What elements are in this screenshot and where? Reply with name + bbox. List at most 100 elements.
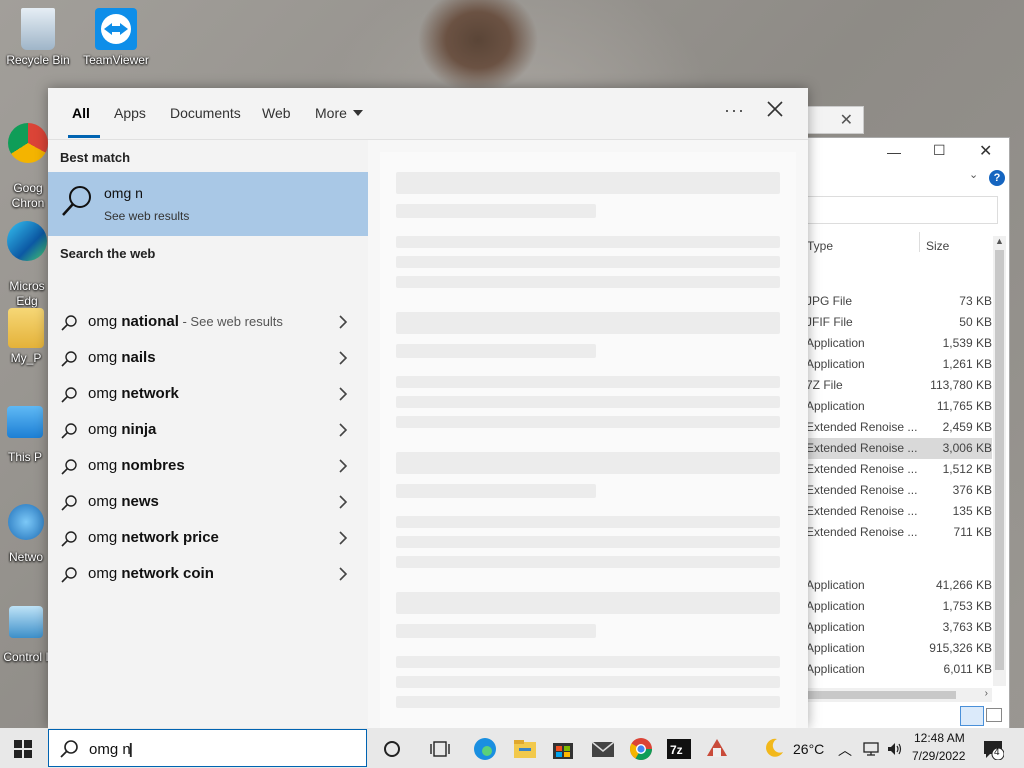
close-icon[interactable]: ✕	[979, 141, 992, 161]
background-window-tab[interactable]: ✕	[800, 106, 864, 134]
search-icon	[60, 184, 94, 221]
scroll-up-icon[interactable]: ▲	[995, 236, 1004, 246]
table-row[interactable]: Application 41,266 KB	[806, 575, 992, 596]
chevron-right-icon[interactable]	[336, 457, 350, 475]
suggestion-completion: network	[121, 385, 179, 402]
chrome-icon[interactable]	[628, 736, 654, 762]
chevron-right-icon[interactable]	[336, 313, 350, 331]
web-suggestion-item[interactable]: omg nombres	[48, 448, 368, 484]
tab-web[interactable]: Web	[262, 105, 291, 121]
web-suggestion-item[interactable]: omg network coin	[48, 556, 368, 592]
web-suggestion-item[interactable]: omg network	[48, 376, 368, 412]
skeleton-placeholder	[396, 376, 780, 388]
tab-documents[interactable]: Documents	[170, 105, 241, 121]
web-suggestion-item[interactable]: omg nails	[48, 340, 368, 376]
windows-start-icon[interactable]	[14, 740, 32, 761]
file-type-cell: Application	[806, 620, 865, 634]
file-type-cell: JFIF File	[806, 315, 853, 329]
table-row[interactable]: Application 1,539 KB	[806, 333, 992, 354]
close-icon[interactable]	[766, 100, 784, 121]
web-suggestion-item[interactable]: omg news	[48, 484, 368, 520]
table-row[interactable]: Extended Renoise ... 711 KB	[806, 522, 992, 543]
vertical-scrollbar[interactable]: ▲	[993, 236, 1006, 686]
clock-date[interactable]: 7/29/2022	[912, 749, 965, 763]
suggestion-text: omg network	[88, 385, 179, 402]
suggestion-text: omg news	[88, 493, 159, 510]
renoise-icon[interactable]	[704, 736, 730, 762]
maximize-icon[interactable]: ☐	[933, 142, 946, 159]
tab-all[interactable]: All	[72, 105, 90, 121]
ellipsis-icon[interactable]: ···	[724, 100, 745, 121]
7zip-icon[interactable]: 7z	[666, 736, 692, 762]
search-icon	[60, 422, 78, 443]
chevron-right-icon[interactable]	[336, 529, 350, 547]
skeleton-placeholder	[396, 676, 780, 688]
weather-temperature[interactable]: 26°C	[793, 741, 824, 757]
chevron-down-icon[interactable]: ⌄	[969, 168, 978, 181]
search-input[interactable]	[87, 738, 351, 760]
address-bar[interactable]	[806, 196, 998, 224]
table-row[interactable]: JPG File 73 KB	[806, 291, 992, 312]
scroll-right-icon[interactable]: ›	[985, 688, 988, 699]
skeleton-placeholder	[396, 696, 780, 708]
table-row[interactable]: Application 3,763 KB	[806, 617, 992, 638]
desktop-icon-label: Recycle Bin	[6, 53, 70, 67]
column-header-size[interactable]: Size	[926, 239, 949, 253]
table-row[interactable]: Application 1,753 KB	[806, 596, 992, 617]
table-row[interactable]: Application 11,765 KB	[806, 396, 992, 417]
file-explorer-icon[interactable]	[512, 736, 538, 762]
table-row[interactable]: Application 1,261 KB	[806, 354, 992, 375]
help-icon[interactable]: ?	[989, 170, 1005, 186]
table-row[interactable]: 7Z File 113,780 KB	[806, 375, 992, 396]
file-size-cell: 3,763 KB	[942, 620, 992, 634]
mail-icon[interactable]	[590, 736, 616, 762]
chevron-up-icon[interactable]: ︿	[838, 740, 852, 760]
microsoft-store-icon[interactable]	[550, 736, 576, 762]
task-view-icon[interactable]	[430, 739, 456, 765]
minimize-icon[interactable]: —	[887, 144, 901, 160]
desktop-icon-recycle-bin[interactable]: Recycle Bin	[2, 8, 74, 67]
table-row[interactable]: Extended Renoise ... 135 KB	[806, 501, 992, 522]
file-size-cell: 73 KB	[959, 294, 992, 308]
chevron-right-icon[interactable]	[336, 385, 350, 403]
scrollbar-thumb[interactable]	[806, 691, 956, 699]
chevron-right-icon[interactable]	[336, 349, 350, 367]
table-row[interactable]: Extended Renoise ... 2,459 KB	[806, 417, 992, 438]
table-row[interactable]: Application 915,326 KB	[806, 638, 992, 659]
table-row[interactable]: Extended Renoise ... 376 KB	[806, 480, 992, 501]
web-suggestion-item[interactable]: omg national - See web results	[48, 304, 368, 340]
edge-icon[interactable]	[472, 736, 498, 762]
cortana-icon[interactable]	[382, 739, 408, 765]
scrollbar-thumb[interactable]	[995, 250, 1004, 670]
chevron-down-icon	[352, 110, 363, 116]
notifications-icon[interactable]: 4	[982, 738, 1008, 764]
best-match-item[interactable]: omg n See web results	[48, 172, 368, 236]
search-web-heading: Search the web	[60, 246, 156, 261]
horizontal-scrollbar[interactable]: ›	[806, 688, 992, 702]
table-row[interactable]: JFIF File 50 KB	[806, 312, 992, 333]
table-row[interactable]: Extended Renoise ... 3,006 KB	[806, 438, 992, 459]
details-view-icon[interactable]	[960, 706, 984, 726]
volume-icon[interactable]	[886, 740, 912, 766]
chevron-right-icon[interactable]	[336, 421, 350, 439]
tab-more[interactable]: More	[315, 105, 363, 121]
table-row[interactable]: Extended Renoise ... 1,512 KB	[806, 459, 992, 480]
web-suggestion-item[interactable]: omg ninja	[48, 412, 368, 448]
suggestion-prefix: omg	[88, 421, 122, 438]
large-icons-view-icon[interactable]	[986, 708, 1002, 722]
chevron-right-icon[interactable]	[336, 493, 350, 511]
tab-apps[interactable]: Apps	[114, 105, 146, 121]
chevron-right-icon[interactable]	[336, 565, 350, 583]
skeleton-placeholder	[396, 344, 596, 358]
close-icon[interactable]: ✕	[840, 110, 853, 130]
file-size-cell: 6,011 KB	[943, 662, 992, 676]
web-suggestion-item[interactable]: omg network price	[48, 520, 368, 556]
tab-more-label: More	[315, 105, 347, 121]
column-header-type[interactable]: Type	[807, 239, 833, 253]
taskbar-search-box[interactable]	[48, 729, 367, 767]
clock-time[interactable]: 12:48 AM	[914, 731, 965, 745]
table-row[interactable]: Application 6,011 KB	[806, 659, 992, 680]
network-icon[interactable]	[862, 740, 888, 766]
edge-icon	[7, 221, 47, 261]
desktop-icon-teamviewer[interactable]: TeamViewer	[80, 8, 152, 67]
